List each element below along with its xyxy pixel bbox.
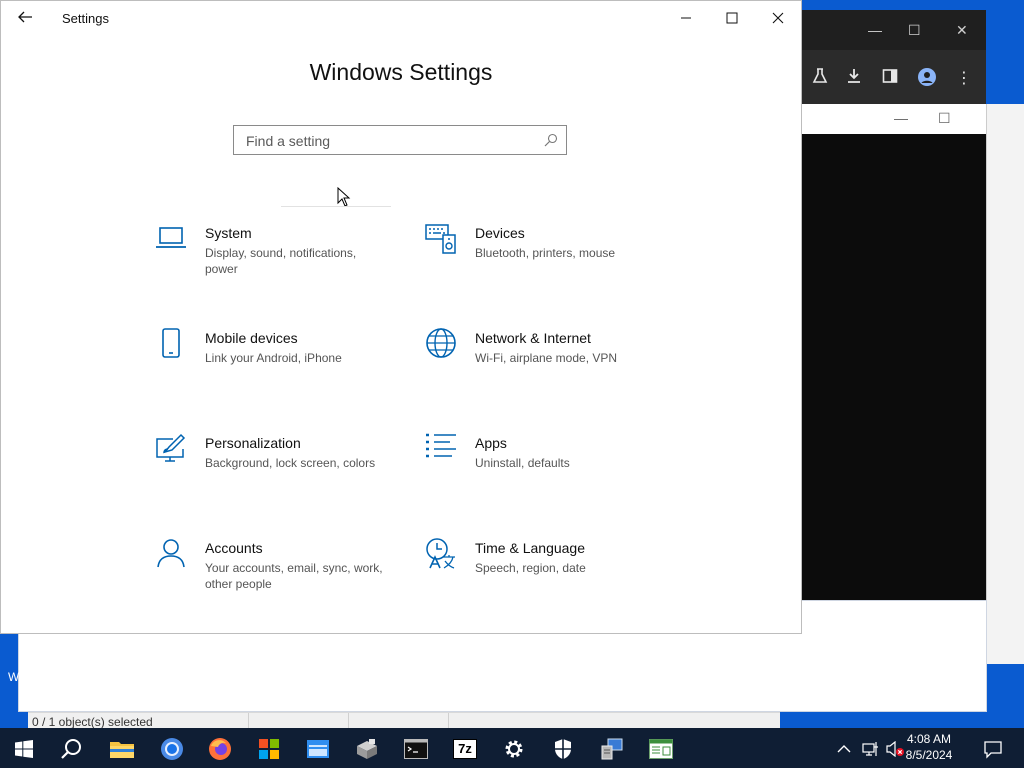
desktop-left-strip: W (0, 632, 20, 728)
tile-title: Personalization (205, 435, 301, 451)
close-icon[interactable]: ✕ (956, 22, 968, 39)
window-title: Settings (62, 11, 109, 26)
tile-apps[interactable]: Apps Uninstall, defaults (425, 433, 675, 503)
page-title: Windows Settings (309, 59, 493, 85)
tile-description: Uninstall, defaults (475, 456, 570, 470)
settings-titlebar: Settings (1, 1, 801, 35)
package-installer-icon[interactable] (354, 736, 380, 762)
keyboard-speaker-icon (425, 223, 459, 257)
system-clock[interactable]: 4:08 AM 8/5/2024 (896, 731, 962, 763)
paint-monitor-icon (155, 433, 189, 467)
search-box[interactable] (233, 125, 567, 155)
maximize-icon[interactable]: ☐ (908, 22, 921, 39)
tile-title: Apps (475, 435, 507, 451)
download-icon[interactable] (846, 68, 862, 89)
back-arrow-icon[interactable] (17, 9, 33, 25)
microsoft-store-icon[interactable] (256, 736, 282, 762)
windows-start-icon[interactable] (11, 736, 37, 762)
labs-flask-icon[interactable] (812, 68, 828, 89)
tile-description: Speech, region, date (475, 561, 586, 575)
spreadsheet-app-icon[interactable] (648, 736, 674, 762)
tile-network-internet[interactable]: Network & Internet Wi-Fi, airplane mode,… (425, 328, 675, 398)
background-window-edge (986, 104, 1024, 664)
tile-personalization[interactable]: Personalization Background, lock screen,… (155, 433, 405, 503)
tile-time-language[interactable]: Time & Language Speech, region, date (425, 538, 675, 608)
search-input[interactable] (244, 130, 538, 152)
maximize-icon[interactable]: ☐ (938, 110, 951, 127)
minimize-icon[interactable]: — (868, 22, 882, 38)
side-panel-icon[interactable] (882, 68, 898, 89)
tile-description: Wi-Fi, airplane mode, VPN (475, 351, 618, 365)
apps-list-icon (425, 433, 459, 467)
security-shield-icon[interactable] (550, 736, 576, 762)
tile-accounts[interactable]: Accounts Your accounts, email, sync, wor… (155, 538, 405, 608)
background-browser-window: — ☐ ✕ ⋮ (796, 10, 986, 106)
file-manager-icon[interactable] (305, 736, 331, 762)
background-terminal-window: — ☐ ✕ (796, 104, 998, 614)
taskbar: 7z 4:08 AM 8/5/2024 (0, 728, 1024, 768)
network-tool-icon[interactable] (599, 736, 625, 762)
tile-description: Your accounts, email, sync, work, other … (205, 561, 383, 591)
tile-title: Accounts (205, 540, 263, 556)
tile-title: System (205, 225, 252, 241)
7zip-label: 7z (453, 739, 477, 759)
clock-time: 4:08 AM (906, 732, 952, 746)
tile-description: Display, sound, notifications, power (205, 246, 357, 276)
terminal-console[interactable] (800, 134, 998, 614)
mouse-cursor-icon (337, 186, 351, 212)
profile-avatar-icon[interactable] (918, 68, 936, 91)
tile-description: Link your Android, iPhone (205, 351, 342, 365)
terminal-icon[interactable] (403, 736, 429, 762)
laptop-icon (155, 223, 189, 257)
terminal-titlebar: — ☐ ✕ (796, 104, 998, 134)
tile-title: Network & Internet (475, 330, 591, 346)
tile-description: Background, lock screen, colors (205, 456, 376, 470)
tile-title: Mobile devices (205, 330, 298, 346)
search-icon[interactable] (544, 133, 558, 147)
minimize-icon[interactable]: — (894, 110, 908, 126)
chrome-icon[interactable] (159, 736, 185, 762)
divider (281, 206, 391, 207)
time-language-icon (425, 538, 459, 572)
notification-center-icon[interactable] (980, 736, 1006, 762)
tile-devices[interactable]: Devices Bluetooth, printers, mouse (425, 223, 675, 293)
network-icon[interactable] (860, 736, 882, 762)
tile-description: Bluetooth, printers, mouse (475, 246, 616, 260)
settings-gear-icon[interactable] (501, 736, 527, 762)
phone-icon (155, 328, 189, 362)
firefox-icon[interactable] (207, 736, 233, 762)
7zip-icon[interactable]: 7z (452, 736, 478, 762)
tile-title: Time & Language (475, 540, 585, 556)
minimize-icon[interactable] (677, 9, 695, 27)
tile-system[interactable]: System Display, sound, notifications, po… (155, 223, 405, 293)
file-explorer-icon[interactable] (109, 736, 135, 762)
close-icon[interactable] (769, 9, 787, 27)
status-text: 0 / 1 object(s) selected (32, 715, 153, 729)
background-window-letter: W (8, 670, 20, 684)
tile-mobile-devices[interactable]: Mobile devices Link your Android, iPhone (155, 328, 405, 398)
more-options-icon[interactable]: ⋮ (956, 68, 972, 88)
maximize-icon[interactable] (723, 9, 741, 27)
tile-title: Devices (475, 225, 525, 241)
clock-date: 8/5/2024 (905, 748, 953, 762)
chevron-up-icon[interactable] (834, 736, 854, 762)
search-icon[interactable] (59, 736, 85, 762)
settings-window: Settings Windows Settings System Display… (0, 0, 802, 634)
person-icon (155, 538, 189, 572)
globe-icon (425, 328, 459, 362)
